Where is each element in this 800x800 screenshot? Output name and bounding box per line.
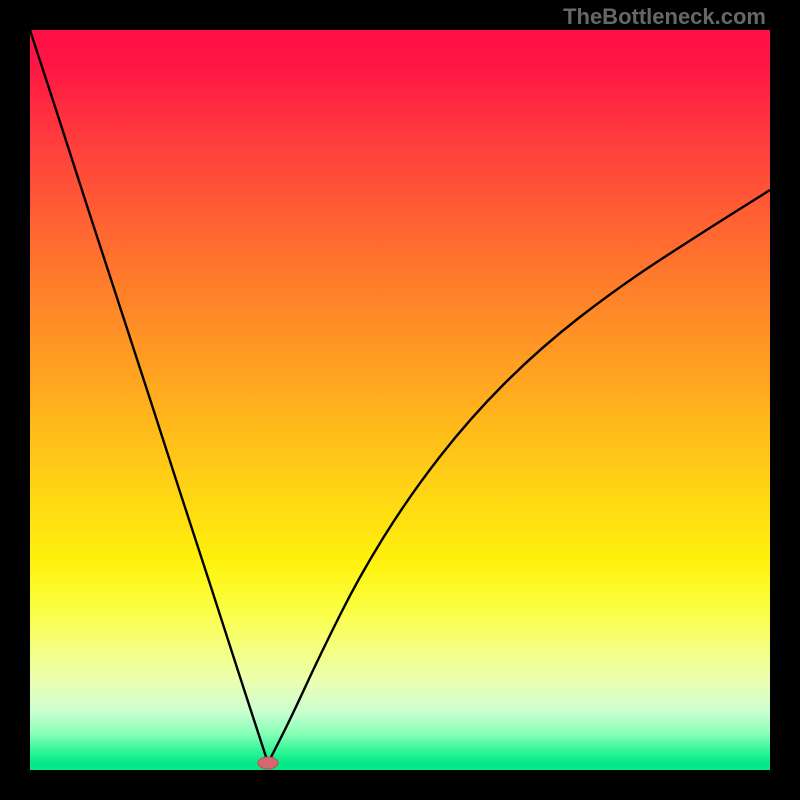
chart-frame <box>0 0 800 800</box>
chart-plot-area <box>30 30 770 770</box>
curve-left-branch <box>30 30 268 763</box>
watermark-text: TheBottleneck.com <box>563 4 766 30</box>
curve-right-branch <box>268 190 770 763</box>
chart-svg <box>30 30 770 770</box>
minimum-marker <box>258 757 278 769</box>
